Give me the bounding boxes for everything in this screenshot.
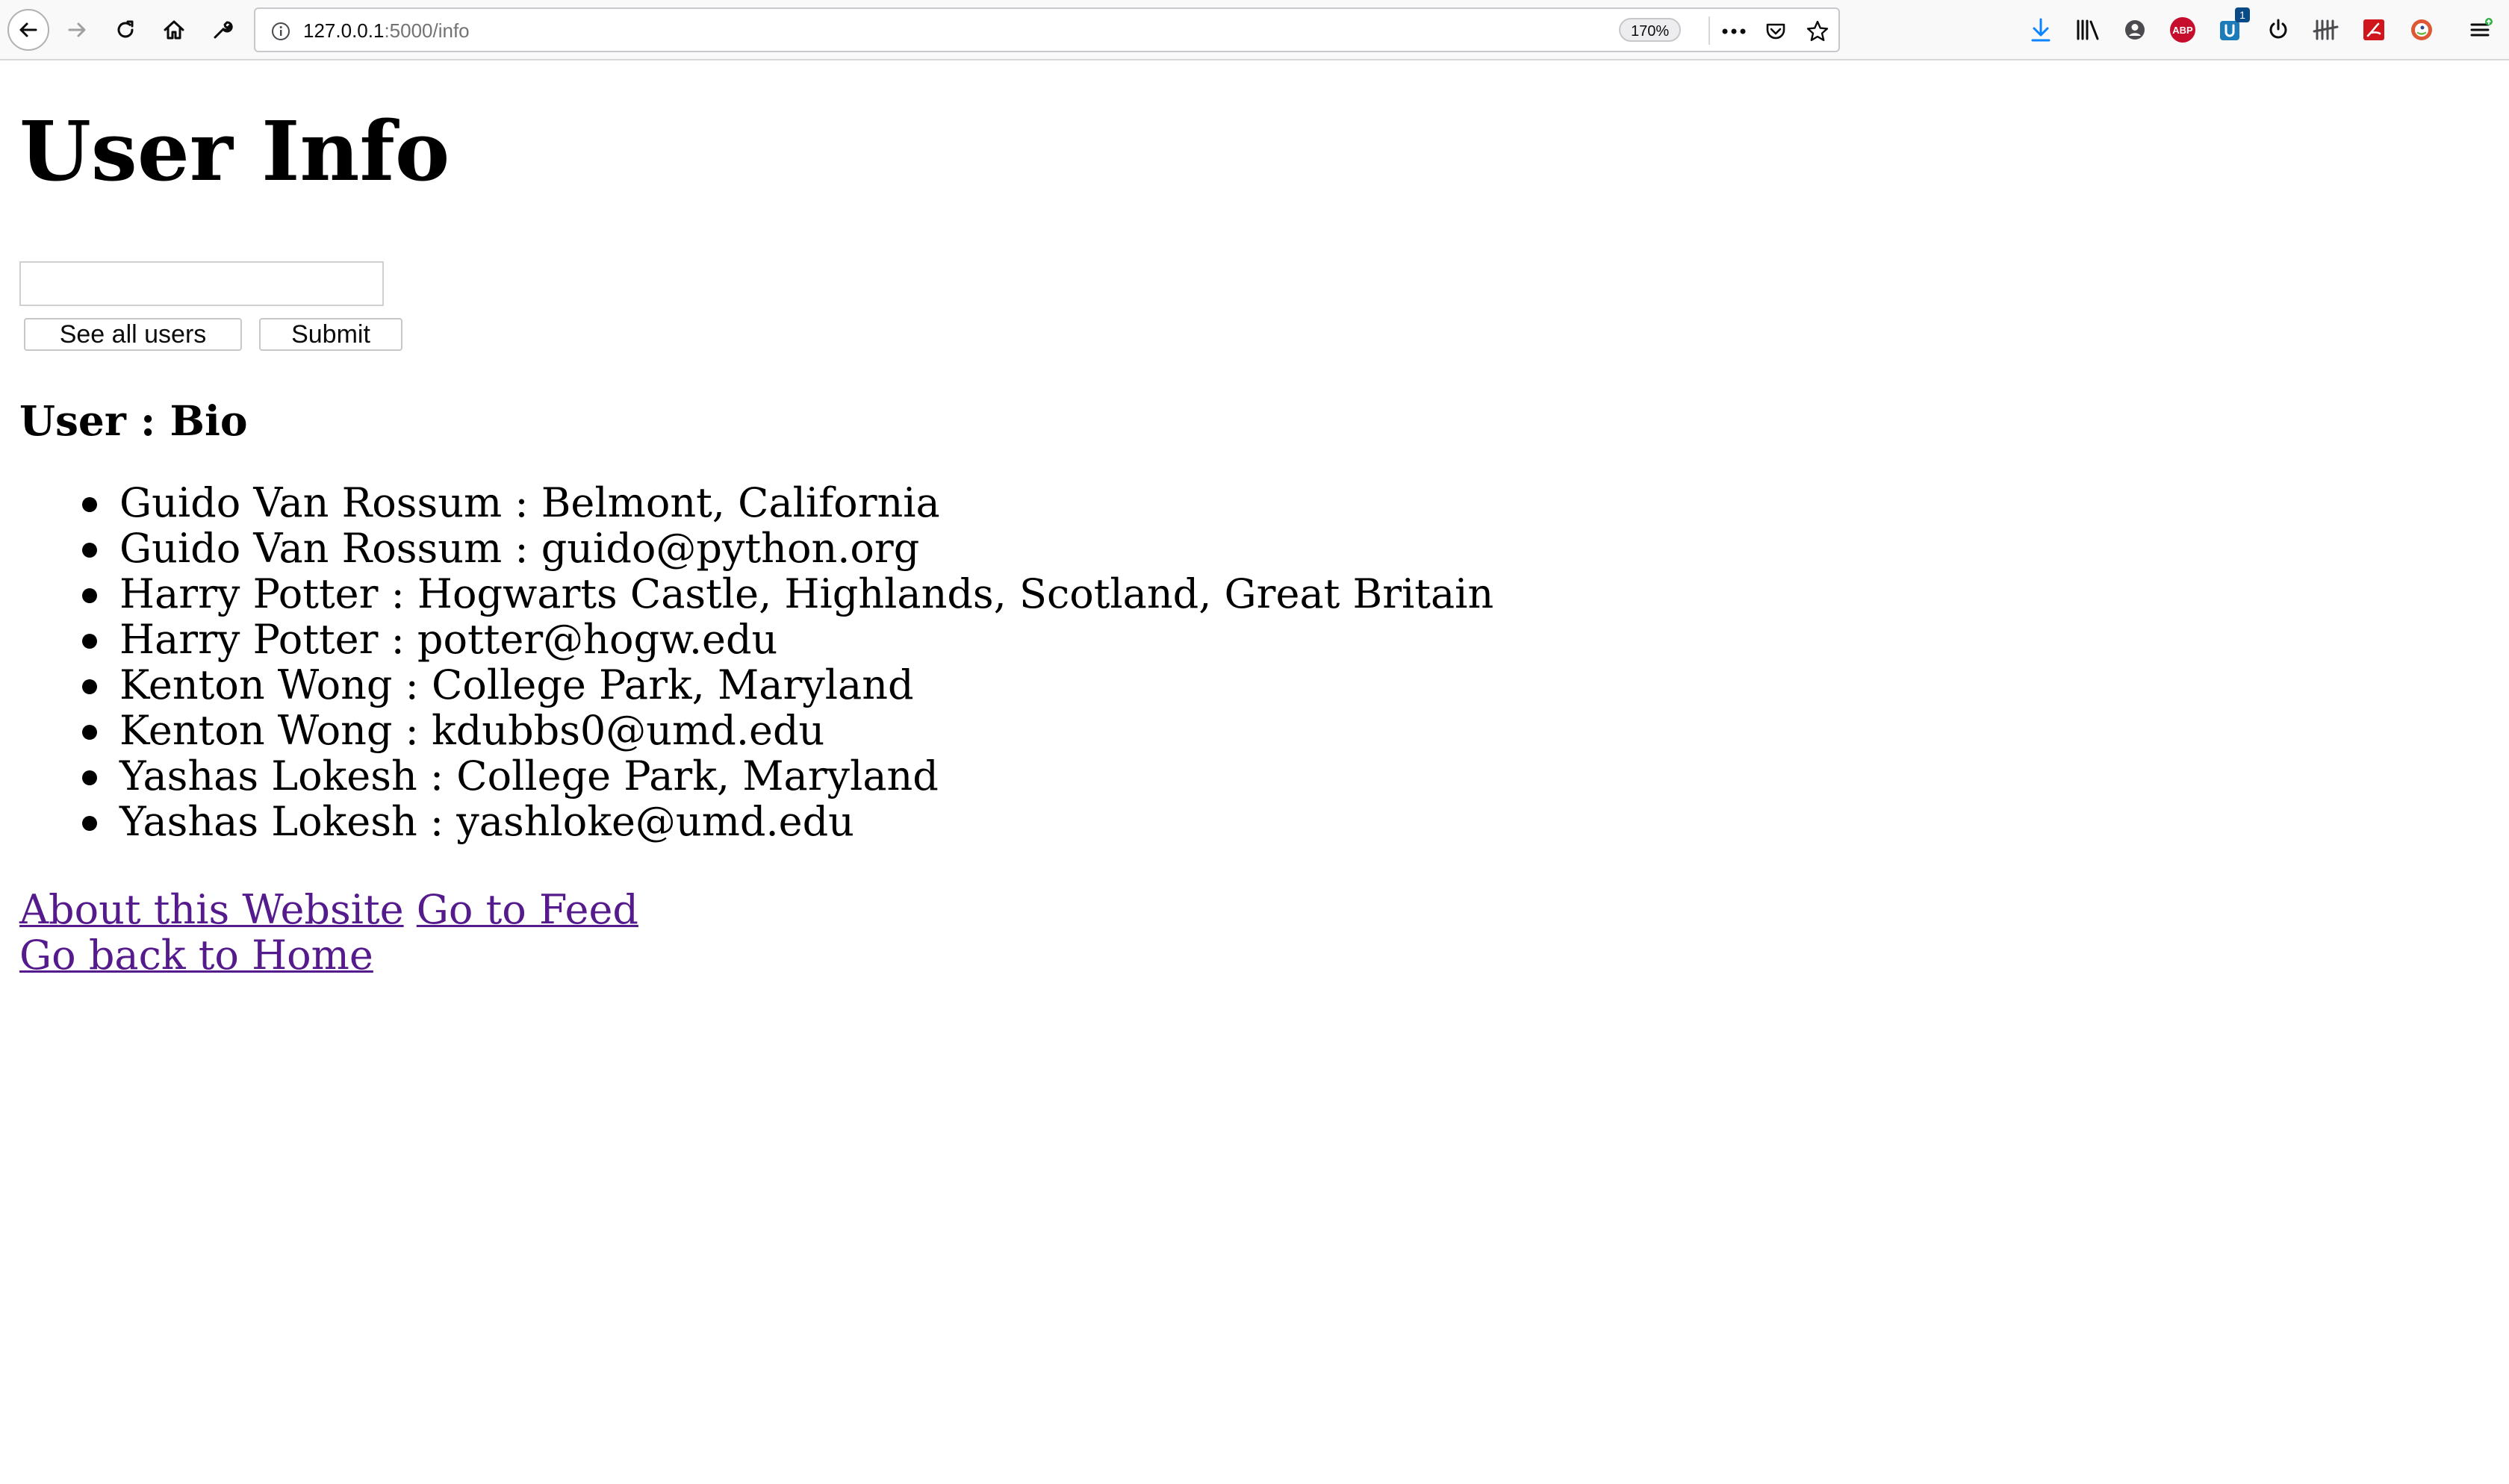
bio-text: Kenton Wong : College Park, Maryland: [119, 661, 914, 708]
extension-badge: 1: [2235, 7, 2250, 22]
bio-text: Guido Van Rossum : guido@python.org: [119, 525, 920, 572]
see-all-users-button[interactable]: See all users: [24, 318, 242, 351]
bullet: [82, 543, 97, 558]
zoom-level-button[interactable]: 170%: [1619, 18, 1682, 42]
bullet: [82, 588, 97, 603]
power-icon[interactable]: [2262, 13, 2295, 46]
pdf-icon[interactable]: [2357, 13, 2390, 46]
forward-arrow-icon[interactable]: [56, 9, 98, 51]
adblock-label: ABP: [2170, 17, 2195, 43]
bio-text: Yashas Lokesh : yashloke@umd.edu: [119, 798, 854, 845]
footer-links: About this Website Go to Feed Go back to…: [19, 887, 638, 978]
url-host: 127.0.0.1: [303, 19, 385, 42]
bio-text: Yashas Lokesh : College Park, Maryland: [119, 752, 939, 799]
page-content: User Info See all users Submit User : Bi…: [0, 62, 2509, 1484]
home-icon[interactable]: [153, 9, 195, 51]
bullet: [82, 725, 97, 740]
duckduckgo-icon[interactable]: [2405, 13, 2438, 46]
user-bio-heading: User : Bio: [19, 396, 248, 445]
page-title: User Info: [19, 103, 450, 199]
browser-toolbar: 127.0.0.1:5000/info 170% ABP 1: [0, 0, 2509, 60]
user-search-input[interactable]: [19, 261, 384, 306]
url-bar-divider: [1709, 16, 1710, 45]
bio-text: Kenton Wong : kdubbs0@umd.edu: [119, 707, 825, 754]
wrench-icon[interactable]: [202, 9, 243, 51]
menu-icon[interactable]: [2464, 13, 2497, 46]
tally-icon[interactable]: [2310, 13, 2342, 46]
bullet: [82, 497, 97, 512]
url-bar[interactable]: 127.0.0.1:5000/info 170%: [254, 7, 1840, 52]
library-icon[interactable]: [2072, 13, 2105, 46]
submit-button[interactable]: Submit: [259, 318, 402, 351]
bullet: [82, 634, 97, 649]
bio-text: Guido Van Rossum : Belmont, California: [119, 479, 940, 526]
bullet: [82, 679, 97, 694]
reload-icon[interactable]: [105, 9, 146, 51]
bullet: [82, 816, 97, 831]
pocket-icon[interactable]: [1761, 16, 1791, 46]
page-actions-icon[interactable]: [1719, 16, 1749, 46]
account-icon[interactable]: [2118, 13, 2151, 46]
url-path: :5000/info: [384, 19, 470, 42]
back-arrow-icon[interactable]: [7, 9, 49, 51]
go-home-link[interactable]: Go back to Home: [19, 932, 373, 979]
adblock-icon[interactable]: ABP: [2166, 13, 2199, 46]
bullet: [82, 770, 97, 785]
bio-text: Harry Potter : Hogwarts Castle, Highland…: [119, 570, 1494, 617]
info-icon[interactable]: [266, 16, 296, 46]
url-text[interactable]: 127.0.0.1:5000/info: [303, 19, 470, 42]
about-website-link[interactable]: About this Website: [19, 886, 404, 933]
extension-icon[interactable]: 1: [2214, 7, 2250, 46]
bookmark-star-icon[interactable]: [1803, 16, 1832, 46]
download-icon[interactable]: [2024, 13, 2057, 46]
bio-text: Harry Potter : potter@hogw.edu: [119, 616, 778, 663]
go-to-feed-link[interactable]: Go to Feed: [417, 886, 638, 933]
